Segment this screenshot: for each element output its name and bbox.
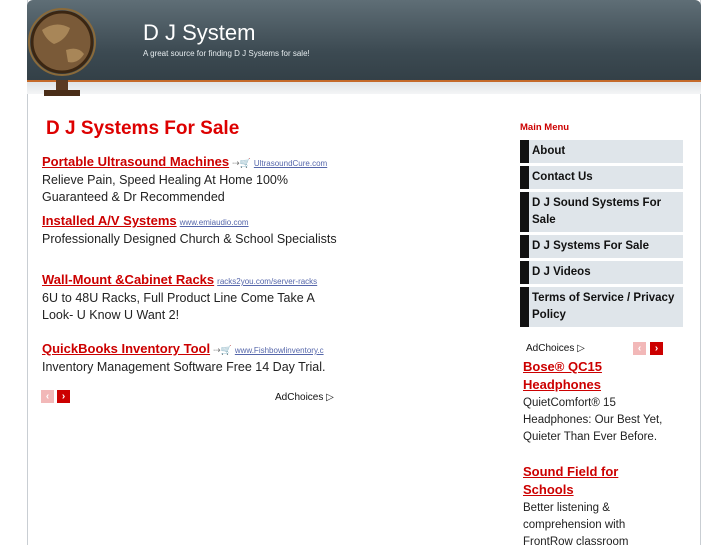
adchoices-icon: ▷ (577, 343, 585, 354)
sidebar-ads-next-button[interactable]: › (650, 342, 663, 355)
ad-url-link[interactable]: racks2you.com/server-racks (217, 277, 317, 286)
cart-icon: ⇢🛒 (213, 345, 232, 355)
ad-url-link[interactable]: www.emiaudio.com (180, 218, 249, 227)
ad-description: 6U to 48U Racks, Full Product Line Come … (42, 291, 315, 322)
sidebar-ad-block: Bose® QC15 Headphones QuietComfort® 15 H… (523, 358, 663, 446)
main-menu-title: Main Menu (520, 122, 570, 133)
menu-item-terms-privacy[interactable]: Terms of Service / Privacy Policy (520, 287, 683, 327)
ad-title-link[interactable]: Wall-Mount &Cabinet Racks (42, 272, 214, 287)
adchoices-icon: ▷ (326, 392, 334, 403)
menu-item-contact-us[interactable]: Contact Us (520, 166, 683, 189)
sidebar-adchoices-link[interactable]: AdChoices ▷ (526, 343, 585, 354)
sidebar-ad-description: Better listening & comprehension with Fr… (523, 502, 629, 548)
menu-item-dj-videos[interactable]: D J Videos (520, 261, 683, 284)
header-subbar (27, 82, 701, 94)
ads-prev-button[interactable]: ‹ (41, 390, 54, 403)
sidebar-ad-block: Sound Field for Schools Better listening… (523, 463, 663, 551)
ad-block: Wall-Mount &Cabinet Racks racks2you.com/s… (42, 271, 342, 324)
ad-block: Installed A/V Systems www.emiaudio.com Pr… (42, 212, 342, 248)
menu-item-dj-sound-systems[interactable]: D J Sound Systems For Sale (520, 192, 683, 232)
main-menu: About Contact Us D J Sound Systems For S… (520, 140, 683, 330)
adchoices-label: AdChoices (275, 392, 324, 403)
ad-block: Portable Ultrasound Machines ⇢🛒 Ultrasound… (42, 153, 342, 206)
sidebar-ads-prev-button[interactable]: ‹ (633, 342, 646, 355)
ad-url-link[interactable]: www.Fishbowlinventory.c (235, 346, 324, 355)
ad-title-link[interactable]: Installed A/V Systems (42, 213, 177, 228)
ad-title-link[interactable]: Portable Ultrasound Machines (42, 154, 229, 169)
menu-item-dj-systems[interactable]: D J Systems For Sale (520, 235, 683, 258)
site-title[interactable]: D J System (143, 20, 255, 46)
ad-title-link[interactable]: QuickBooks Inventory Tool (42, 341, 210, 356)
adchoices-link[interactable]: AdChoices ▷ (275, 392, 334, 403)
globe-icon (28, 8, 96, 96)
cart-icon: ⇢🛒 (232, 158, 251, 168)
sidebar-ad-title-link[interactable]: Bose® QC15 Headphones (523, 358, 663, 394)
ads-next-button[interactable]: › (57, 390, 70, 403)
ad-block: QuickBooks Inventory Tool ⇢🛒 www.Fishbowli… (42, 340, 342, 376)
ad-description: Relieve Pain, Speed Healing At Home 100%… (42, 173, 288, 204)
site-tagline: A great source for finding D J Systems f… (143, 49, 310, 58)
menu-item-about[interactable]: About (520, 140, 683, 163)
ad-url-link[interactable]: UltrasoundCure.com (254, 159, 327, 168)
sidebar-ad-title-link[interactable]: Sound Field for Schools (523, 463, 663, 499)
ad-description: Inventory Management Software Free 14 Da… (42, 360, 326, 374)
page-title: D J Systems For Sale (46, 118, 240, 139)
ad-description: Professionally Designed Church & School … (42, 232, 337, 246)
adchoices-label: AdChoices (526, 343, 575, 354)
sidebar-ad-description: QuietComfort® 15 Headphones: Our Best Ye… (523, 397, 663, 443)
